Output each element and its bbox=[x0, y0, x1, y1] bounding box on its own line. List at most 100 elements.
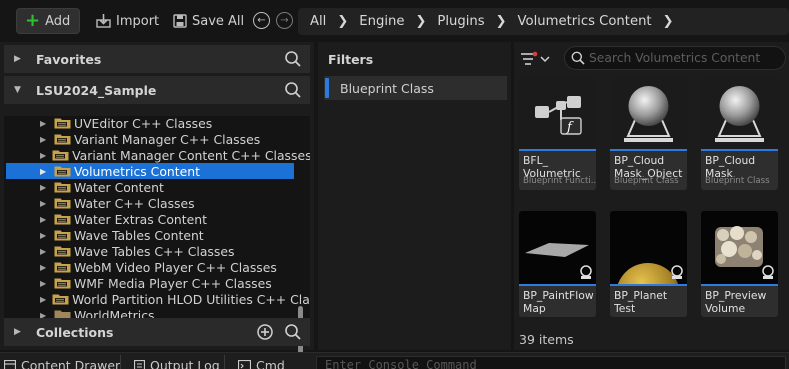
chevron-right-icon[interactable]: ▶ bbox=[40, 247, 48, 256]
cpp-folder-icon bbox=[54, 278, 71, 289]
tree-item[interactable]: ▶ WMF Media Player C++ Classes bbox=[6, 275, 294, 291]
save-icon bbox=[173, 14, 187, 28]
chevron-right-icon[interactable]: ▶ bbox=[40, 167, 48, 176]
tree-item-label: WorldMetrics bbox=[74, 307, 155, 319]
tree-item-label: Variant Manager Content C++ Classes bbox=[72, 147, 310, 163]
cpp-folder-icon bbox=[52, 150, 69, 161]
import-label: Import bbox=[116, 13, 160, 29]
content-folder-icon bbox=[54, 182, 71, 193]
tree-item-label: Water Extras Content bbox=[74, 211, 207, 227]
chevron-right-icon[interactable]: ❯ bbox=[496, 14, 507, 29]
folder-tree[interactable]: ▶ UVEditor C++ Classes ▶ Variant Manager… bbox=[4, 116, 310, 318]
asset-name: BP_PaintFlow Map bbox=[523, 289, 594, 315]
asset-class: Blueprint Class bbox=[614, 176, 679, 186]
cpp-folder-icon bbox=[52, 294, 69, 305]
chevron-right-icon[interactable]: ▶ bbox=[40, 295, 46, 304]
chevron-right-icon[interactable]: ▶ bbox=[40, 135, 48, 144]
tree-item[interactable]: ▶ Variant Manager C++ Classes bbox=[6, 131, 294, 147]
tree-item[interactable]: ▶ Wave Tables Content bbox=[6, 227, 294, 243]
chevron-right-icon[interactable]: ▶ bbox=[40, 231, 48, 240]
asset-name: BP_Planet Test bbox=[614, 289, 668, 315]
chevron-right-icon[interactable]: ▶ bbox=[40, 199, 48, 208]
asset-type-bar bbox=[610, 149, 687, 151]
console-input[interactable] bbox=[325, 358, 765, 369]
cmd-label: Cmd bbox=[256, 358, 285, 369]
tree-item[interactable]: ▶ Water Extras Content bbox=[6, 211, 294, 227]
breadcrumb-item[interactable]: All bbox=[310, 14, 326, 29]
search-input[interactable] bbox=[589, 51, 779, 65]
tree-item[interactable]: ▶ WebM Video Player C++ Classes bbox=[6, 259, 294, 275]
tree-item-label: Water C++ Classes bbox=[74, 195, 195, 211]
filter-item-blueprint-class[interactable]: Blueprint Class bbox=[324, 76, 507, 100]
asset-tile[interactable]: BP_Cloud Mask_Object Blueprint Class bbox=[610, 76, 687, 190]
divider bbox=[120, 355, 121, 369]
add-button[interactable]: + Add bbox=[16, 8, 80, 34]
tree-item[interactable]: ▶ UVEditor C++ Classes bbox=[6, 116, 294, 131]
asset-class: Blueprint Functi... bbox=[523, 176, 596, 186]
chevron-right-icon[interactable]: ▶ bbox=[40, 151, 46, 160]
chevron-right-icon[interactable]: ❯ bbox=[663, 14, 674, 29]
output-log-button[interactable]: Output Log bbox=[134, 358, 220, 369]
content-drawer-button[interactable]: Content Drawer bbox=[4, 358, 120, 369]
search-icon[interactable] bbox=[284, 323, 302, 341]
tree-item[interactable]: ▶ Variant Manager Content C++ Classes bbox=[6, 147, 310, 163]
asset-name: BP_Preview Volume bbox=[705, 289, 767, 315]
breadcrumb-item[interactable]: Plugins bbox=[437, 14, 484, 29]
chevron-right-icon[interactable]: ▶ bbox=[40, 263, 48, 272]
status-bar: Content Drawer Output Log Cmd bbox=[0, 352, 789, 369]
tree-item-label: WebM Video Player C++ Classes bbox=[74, 259, 277, 275]
chevron-right-icon[interactable]: ▶ bbox=[40, 183, 48, 192]
asset-class: Blueprint Class bbox=[705, 176, 770, 186]
tree-item[interactable]: ▶ WorldMetrics bbox=[6, 307, 294, 318]
search-icon[interactable] bbox=[284, 81, 302, 99]
forward-button[interactable]: → bbox=[276, 12, 293, 29]
asset-type-bar bbox=[701, 284, 778, 286]
asset-tile[interactable]: BP_PaintFlow Map bbox=[519, 211, 596, 317]
chevron-right-icon[interactable]: ❯ bbox=[337, 14, 348, 29]
filters-title: Filters bbox=[328, 52, 374, 67]
asset-tile[interactable]: BP_Preview Volume bbox=[701, 211, 778, 317]
tree-item[interactable]: ▶ Water C++ Classes bbox=[6, 195, 294, 211]
add-label: Add bbox=[45, 13, 71, 29]
asset-tile[interactable]: BP_Planet Test bbox=[610, 211, 687, 317]
filter-color-bar bbox=[325, 78, 329, 98]
tree-item-label: Water Content bbox=[74, 179, 164, 195]
filter-menu-icon[interactable] bbox=[520, 51, 552, 67]
plus-icon: + bbox=[25, 10, 41, 31]
cpp-folder-icon bbox=[54, 198, 71, 209]
breadcrumb: All ❯ Engine ❯ Plugins ❯ Volumetrics Con… bbox=[298, 8, 789, 35]
cmd-dropdown[interactable]: Cmd bbox=[238, 358, 285, 369]
tree-item-selected[interactable]: ▶ Volumetrics Content bbox=[6, 163, 294, 179]
asset-tile[interactable]: BP_Cloud Mask Blueprint Class bbox=[701, 76, 778, 190]
chevron-right-icon[interactable]: ▶ bbox=[40, 119, 48, 128]
chevron-right-icon[interactable]: ▶ bbox=[40, 215, 48, 224]
arrow-right-icon: → bbox=[280, 14, 289, 26]
chevron-right-icon[interactable]: ▶ bbox=[40, 311, 48, 319]
save-all-button[interactable]: Save All bbox=[165, 8, 252, 34]
favorites-header[interactable]: ▶ Favorites bbox=[4, 45, 310, 73]
favorites-label: Favorites bbox=[36, 51, 102, 67]
console-command-field[interactable] bbox=[316, 356, 786, 369]
breadcrumb-item[interactable]: Volumetrics Content bbox=[518, 14, 652, 29]
tree-item[interactable]: ▶ Wave Tables C++ Classes bbox=[6, 243, 294, 259]
tree-item[interactable]: ▶ Water Content bbox=[6, 179, 294, 195]
sources-panel: ▶ Favorites ▼ LSU2024_Sample ▶ UVEditor … bbox=[0, 42, 314, 354]
content-folder-icon bbox=[54, 166, 71, 177]
content-drawer-label: Content Drawer bbox=[21, 358, 121, 369]
items-count: 39 items bbox=[519, 332, 574, 347]
asset-tile[interactable]: f BFL_ Volumetric Blueprint Functi... bbox=[519, 76, 596, 190]
arrow-left-icon: ← bbox=[257, 14, 266, 26]
chevron-right-icon: ▶ bbox=[14, 54, 21, 64]
collections-header[interactable]: ▶ Collections bbox=[4, 318, 310, 346]
back-button[interactable]: ← bbox=[253, 12, 270, 29]
import-button[interactable]: Import bbox=[88, 8, 167, 34]
chevron-right-icon[interactable]: ❯ bbox=[415, 14, 426, 29]
add-collection-icon[interactable] bbox=[256, 323, 274, 341]
breadcrumb-item[interactable]: Engine bbox=[359, 14, 404, 29]
tree-item[interactable]: ▶ World Partition HLOD Utilities C++ Cla… bbox=[6, 291, 310, 307]
chevron-right-icon[interactable]: ▶ bbox=[40, 279, 48, 288]
search-icon bbox=[571, 51, 585, 65]
project-header[interactable]: ▼ LSU2024_Sample bbox=[4, 76, 310, 104]
search-icon[interactable] bbox=[284, 50, 302, 68]
search-box[interactable] bbox=[564, 46, 786, 70]
